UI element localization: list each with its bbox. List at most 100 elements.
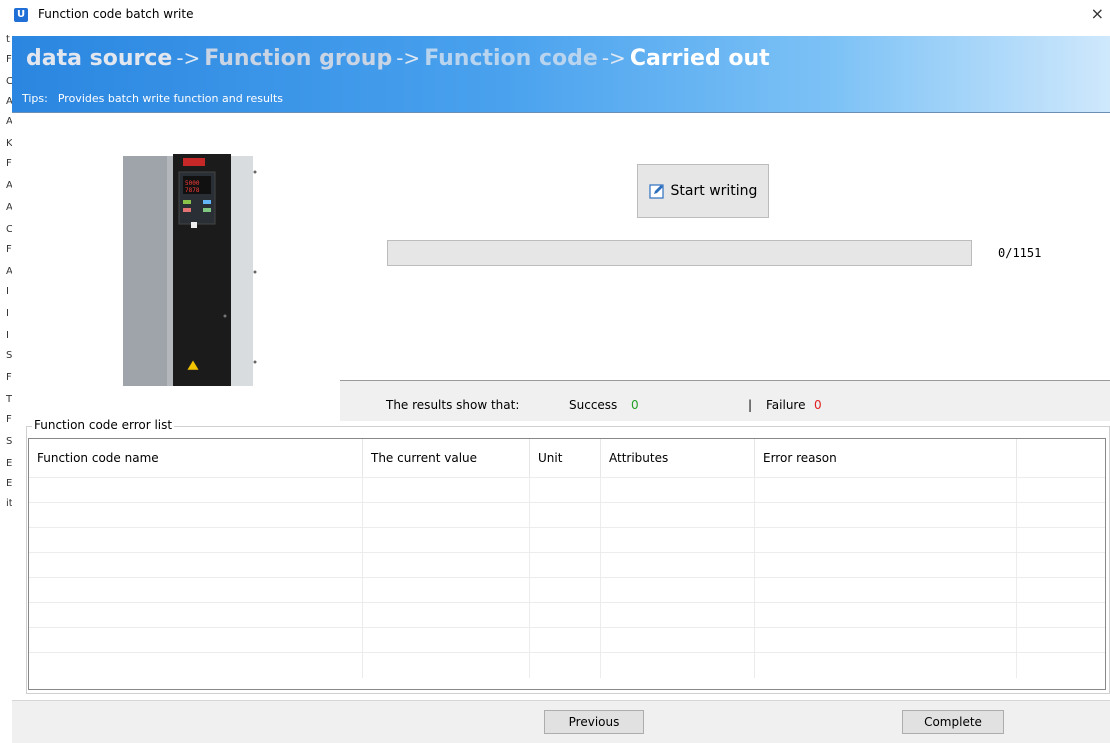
table-cell [29,653,363,678]
table-cell [29,528,363,553]
svg-text:5000: 5000 [185,180,200,187]
background-window-strip: t F C A A K F A A C F A I I I S F T F S E Eit [0,28,12,742]
table-cell [363,528,530,553]
table-cell [755,653,1017,678]
table-cell [29,478,363,503]
footer-bar: Previous Complete [12,700,1110,743]
table-cell [1017,528,1105,553]
edit-icon [648,184,664,199]
failure-label: Failure [766,398,806,412]
background-text-fragment: F [6,54,12,65]
step-carried-out: Carried out [629,46,770,71]
column-header[interactable]: Error reason [755,439,1017,477]
wizard-banner: data source -> Function group -> Function co… [12,36,1110,113]
table-cell [1017,478,1105,503]
tips: Tips: Provides batch write function and r… [22,92,283,105]
tips-label: Tips: [22,92,48,105]
table-cell [601,528,755,553]
tips-text: Provides batch write function and result… [57,92,284,105]
table-cell [29,603,363,628]
table-cell [530,653,601,678]
table-cell [1017,503,1105,528]
table-cell [29,628,363,653]
table-cell [363,503,530,528]
table-cell [363,628,530,653]
table-cell [755,603,1017,628]
column-header[interactable] [1017,439,1105,477]
results-separator: | [748,398,753,412]
step-function-group: Function group [204,46,393,71]
table-cell [601,503,755,528]
table-cell [29,553,363,578]
table-row[interactable] [29,527,1105,553]
table-cell [601,628,755,653]
results-bar: The results show that: Success 0 | Failu… [340,380,1110,421]
error-list-title: Function code error list [32,418,175,432]
step-arrow: -> [396,46,421,70]
close-icon[interactable]: × [1091,6,1104,22]
background-text-fragment: I [6,330,9,341]
step-function-code: Function code [424,46,598,71]
inverter-image: 5000 7878 [123,154,257,386]
svg-text:7878: 7878 [185,187,200,194]
title-bar: U Function code batch write × [12,0,1110,36]
table-cell [363,653,530,678]
table-cell [601,653,755,678]
background-text-fragment: I [6,286,9,297]
table-cell [530,503,601,528]
results-label: The results show that: [386,398,520,412]
table-cell [755,503,1017,528]
table-cell [530,578,601,603]
failure-count: 0 [814,398,822,412]
wizard-steps: data source -> Function group -> Function co… [26,46,770,71]
table-cell [363,478,530,503]
table-cell [530,528,601,553]
error-table[interactable]: Function code name The current value Unit A… [28,438,1106,690]
table-cell [755,528,1017,553]
success-count: 0 [631,398,639,412]
complete-button[interactable]: Complete [902,710,1004,734]
table-cell [1017,603,1105,628]
write-progress-bar [387,240,972,266]
column-header[interactable]: Function code name [29,439,363,477]
table-cell [530,628,601,653]
table-cell [601,578,755,603]
table-cell [755,628,1017,653]
column-header[interactable]: Attributes [601,439,755,477]
background-text-fragment: F [6,372,12,383]
table-cell [530,603,601,628]
column-header[interactable]: The current value [363,439,530,477]
start-writing-label: Start writing [670,183,758,199]
previous-button[interactable]: Previous [544,710,644,734]
step-data-source: data source [26,46,173,71]
start-writing-button[interactable]: Start writing [637,164,769,218]
column-header[interactable]: Unit [530,439,601,477]
background-text-fragment: F [6,158,12,169]
success-label: Success [569,398,618,412]
table-cell [29,503,363,528]
table-row[interactable] [29,652,1105,678]
table-cell [755,553,1017,578]
table-row[interactable] [29,577,1105,603]
progress-count: 0/1151 [998,246,1042,260]
table-cell [363,553,530,578]
table-cell [755,478,1017,503]
step-arrow: -> [176,46,201,70]
table-cell [1017,578,1105,603]
table-cell [29,578,363,603]
app-icon: U [14,8,28,22]
table-row[interactable] [29,552,1105,578]
table-cell [755,578,1017,603]
table-row[interactable] [29,477,1105,503]
table-cell [1017,653,1105,678]
step-arrow: -> [601,46,626,70]
table-header: Function code name The current value Unit A… [29,439,1105,477]
table-row[interactable] [29,627,1105,653]
background-text-fragment: I [6,308,9,319]
background-text-fragment: F [6,414,12,425]
table-cell [363,603,530,628]
table-cell [363,578,530,603]
table-row[interactable] [29,502,1105,528]
table-row[interactable] [29,602,1105,628]
table-cell [1017,628,1105,653]
